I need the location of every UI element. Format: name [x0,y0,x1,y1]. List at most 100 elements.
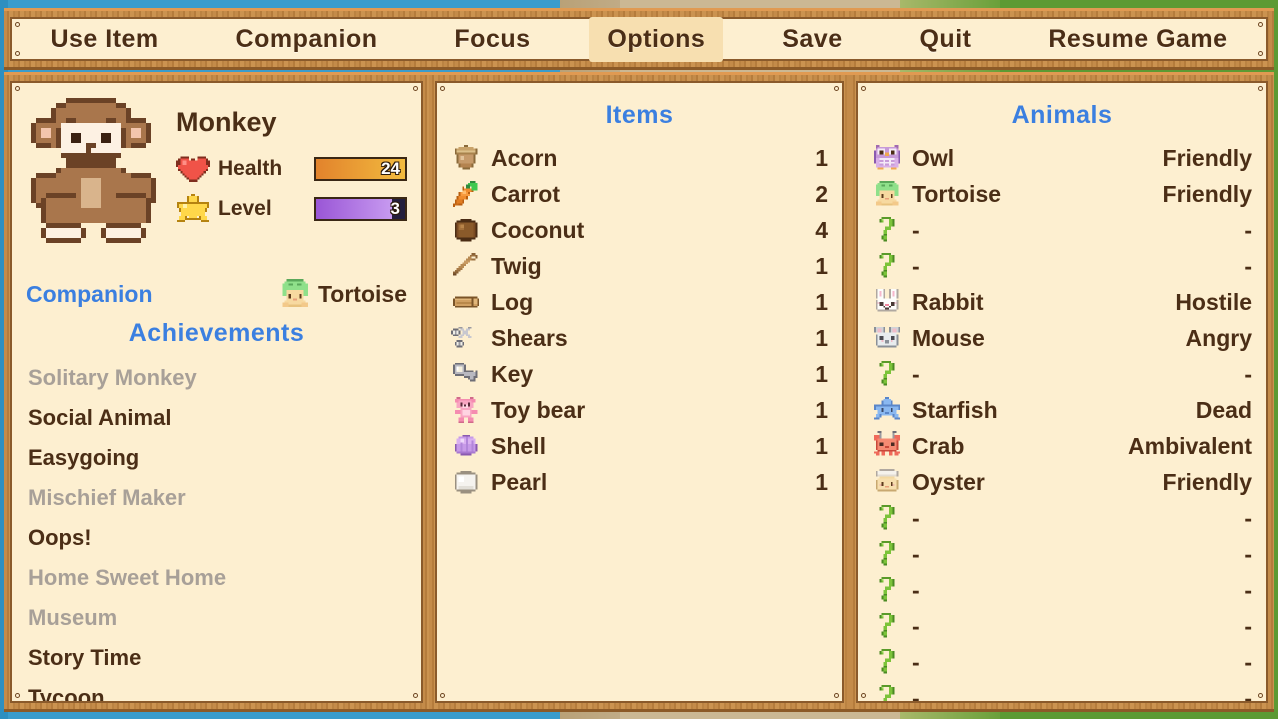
level-bar-fill [316,199,392,219]
menu-item-use-item[interactable]: Use Item [32,17,176,62]
list-item-name: Mouse [912,324,985,351]
list-item[interactable]: Carrot 2 [451,176,828,212]
unknown-icon [872,215,902,245]
level-stat-row: Level 3 [176,194,407,224]
list-item[interactable]: Tortoise Friendly [872,176,1252,212]
unknown-icon [872,647,902,677]
companion-row[interactable]: Companion Tortoise [26,277,407,311]
list-item[interactable]: -- [872,680,1252,703]
twig-icon [451,251,481,281]
list-item[interactable]: Pearl 1 [451,464,828,500]
list-item-value: - [1244,648,1252,675]
list-item[interactable]: Crab Ambivalent [872,428,1252,464]
list-item[interactable]: -- [872,248,1252,284]
list-item-name: Shell [491,432,546,459]
list-item-name: Crab [912,432,965,459]
health-stat-row: Health 24 [176,154,407,184]
list-item[interactable]: Toy bear 1 [451,392,828,428]
list-item-value: Ambivalent [1128,432,1252,459]
list-item[interactable]: Log 1 [451,284,828,320]
list-item-value: Angry [1185,324,1252,351]
level-value: 3 [390,199,400,218]
menu-item-resume-game[interactable]: Resume Game [1030,17,1245,62]
screw-decor [1258,51,1263,56]
menu-item-focus[interactable]: Focus [436,17,548,62]
list-item[interactable]: Twig 1 [451,248,828,284]
list-item[interactable]: Owl Friendly [872,140,1252,176]
oyster-icon [872,467,902,497]
list-item-name: - [912,252,920,279]
pearl-icon [451,467,481,497]
menu-item-save[interactable]: Save [764,17,860,62]
list-item[interactable]: -- [872,536,1252,572]
list-item[interactable]: -- [872,572,1252,608]
achievements-list: Solitary Monkey Social Animal Easygoing Mis… [26,358,407,703]
screw-decor [15,86,20,91]
character-panel: Monkey Health 24 Level 3 Companion Torto… [4,72,429,712]
list-item-value: 1 [815,432,828,459]
list-item-name: - [912,684,920,703]
screw-decor [1258,86,1263,91]
unknown-icon [872,611,902,641]
achievements-title: Achievements [128,319,305,347]
achievement-item: Easygoing [28,445,140,470]
carrot-icon [451,179,481,209]
list-item-value: Friendly [1162,180,1252,207]
list-item[interactable]: Coconut 4 [451,212,828,248]
list-item-value: 1 [815,396,828,423]
menu-item-companion[interactable]: Companion [218,17,396,62]
companion-name: Tortoise [317,280,407,307]
list-item-value: Friendly [1162,144,1252,171]
list-item-name: - [912,504,920,531]
health-bar: 24 [314,157,407,181]
list-item[interactable]: Rabbit Hostile [872,284,1252,320]
list-item[interactable]: -- [872,212,1252,248]
list-item[interactable]: Starfish Dead [872,392,1252,428]
list-item[interactable]: -- [872,644,1252,680]
achievement-item: Home Sweet Home [28,565,227,590]
list-item-value: - [1244,252,1252,279]
achievement-item: Oops! [28,525,92,550]
items-list: Acorn 1 Carrot 2 Coconut 4 Twig 1 Log 1 Shears 1 Key… [451,140,828,500]
screw-decor [15,693,20,698]
screw-decor [861,86,866,91]
list-item-value: Hostile [1175,288,1252,315]
unknown-icon [872,251,902,281]
unknown-icon [872,503,902,533]
list-item[interactable]: -- [872,500,1252,536]
screw-decor [440,693,445,698]
list-item-name: Twig [491,252,542,279]
list-item[interactable]: Acorn 1 [451,140,828,176]
animals-title: Animals [1011,101,1113,129]
level-label: Level [218,197,272,220]
screw-decor [834,86,839,91]
menu-item-quit[interactable]: Quit [901,17,989,62]
menu-item-options[interactable]: Options [589,16,724,62]
list-item[interactable]: -- [872,608,1252,644]
list-item[interactable]: Shell 1 [451,428,828,464]
list-item[interactable]: Mouse Angry [872,320,1252,356]
items-panel: Items Acorn 1 Carrot 2 Coconut 4 Twig 1 Log 1 Shea… [429,72,850,712]
list-item-value: 1 [815,144,828,171]
key-icon [451,359,481,389]
health-value: 24 [381,159,400,178]
list-item-name: Rabbit [912,288,984,315]
list-item[interactable]: Key 1 [451,356,828,392]
list-item-name: - [912,648,920,675]
heart-icon [176,154,210,184]
list-item-name: - [912,612,920,639]
list-item-value: - [1244,216,1252,243]
unknown-icon [872,359,902,389]
starfish-icon [872,395,902,425]
list-item-value: - [1244,540,1252,567]
list-item-value: Dead [1195,396,1252,423]
list-item[interactable]: Shears 1 [451,320,828,356]
list-item-value: - [1244,684,1252,703]
coconut-icon [451,215,481,245]
list-item-name: Owl [912,144,955,171]
log-icon [451,287,481,317]
list-item[interactable]: Oyster Friendly [872,464,1252,500]
achievement-item: Story Time [28,645,142,670]
achievement-item: Tycoon [28,685,105,703]
list-item[interactable]: -- [872,356,1252,392]
